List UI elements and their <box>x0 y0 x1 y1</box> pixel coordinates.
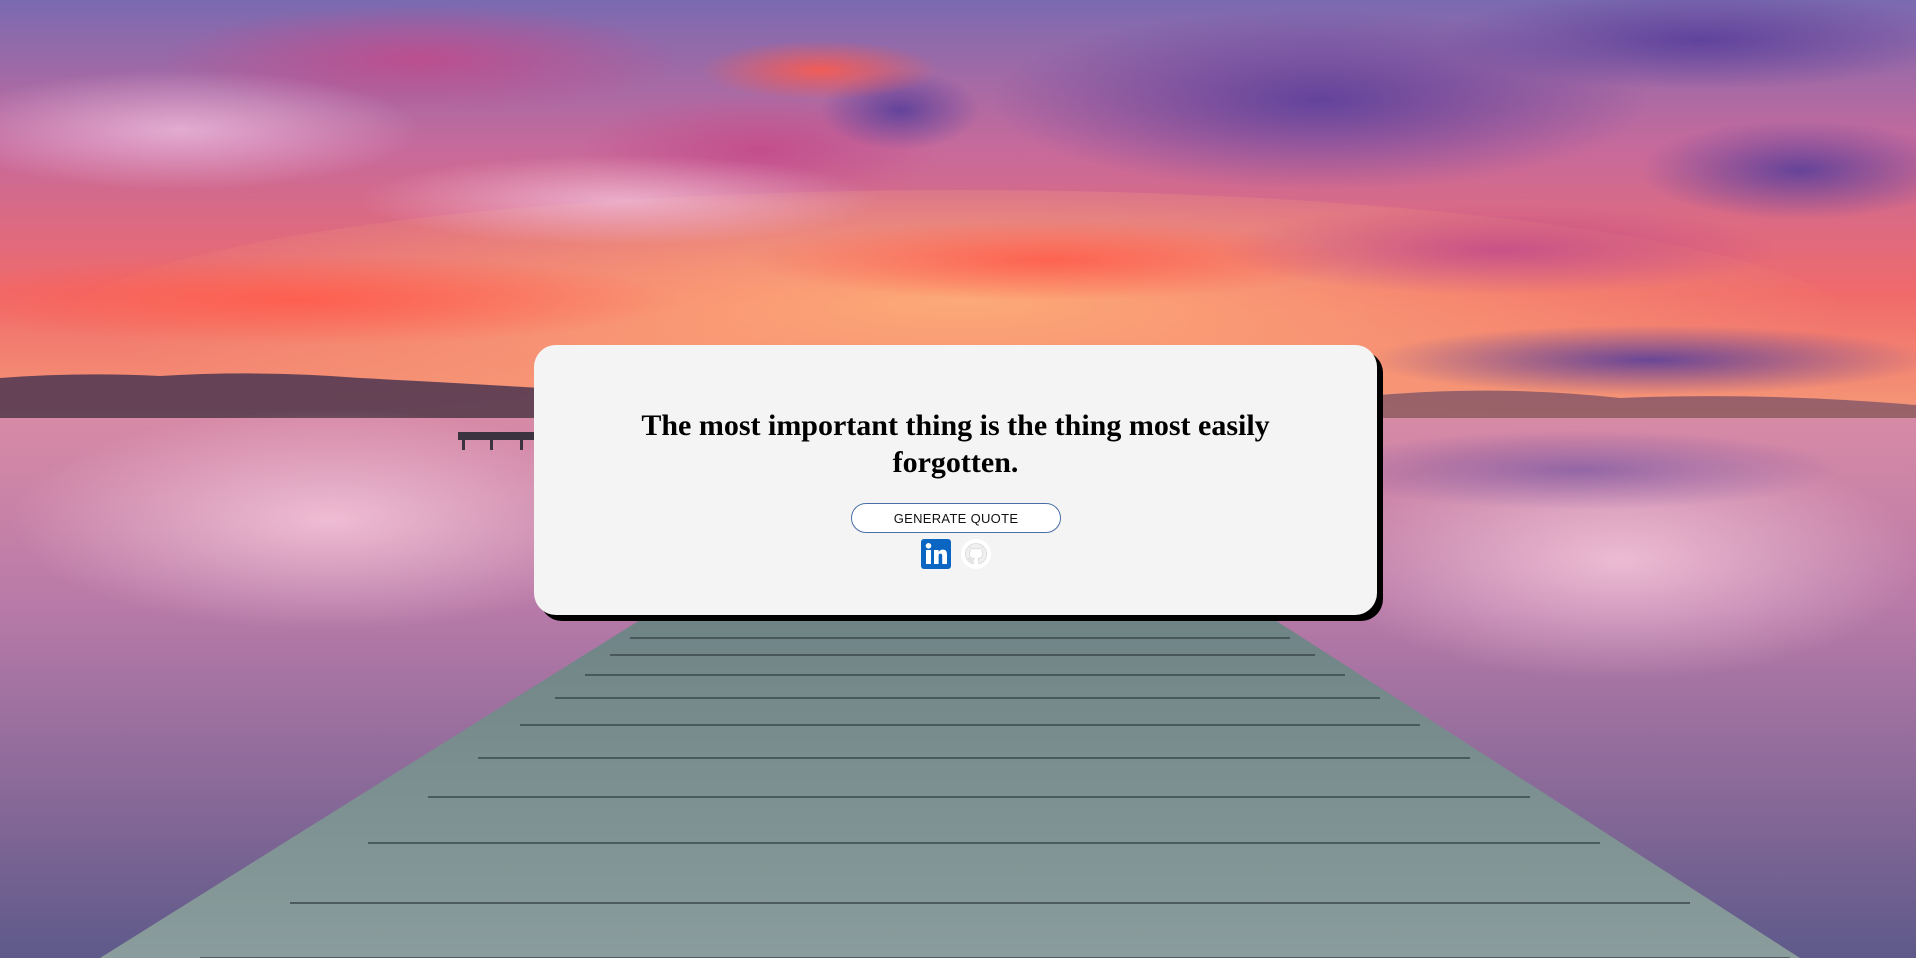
quote-card: The most important thing is the thing mo… <box>534 345 1377 615</box>
github-link[interactable] <box>960 538 992 570</box>
github-icon <box>961 539 991 569</box>
linkedin-link[interactable] <box>920 538 952 570</box>
linkedin-icon <box>921 539 951 569</box>
generate-quote-button[interactable]: GENERATE QUOTE <box>851 503 1061 533</box>
quote-text: The most important thing is the thing mo… <box>641 409 1270 479</box>
social-links <box>920 538 992 570</box>
